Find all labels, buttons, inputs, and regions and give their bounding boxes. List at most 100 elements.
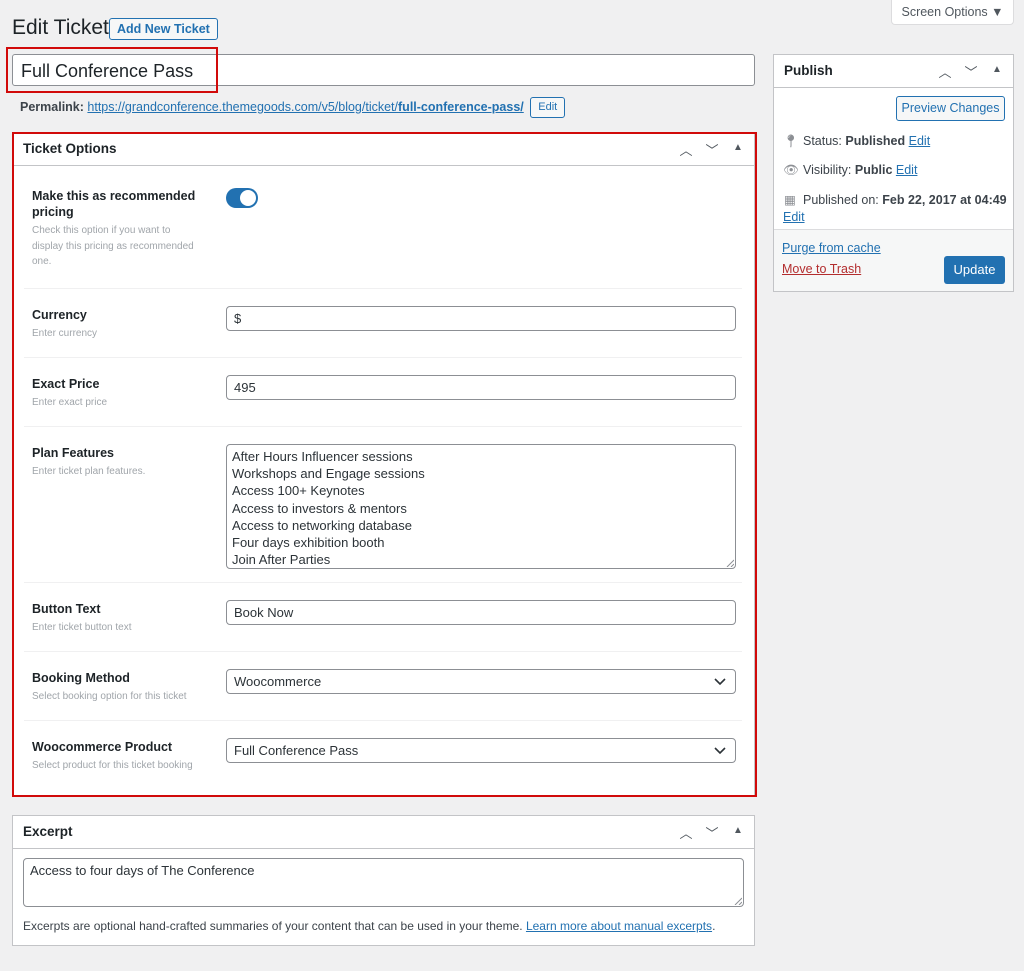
published-value: Feb 22, 2017 at 04:49 [882,193,1007,207]
move-down-icon[interactable]: ﹀ [963,62,979,81]
currency-value: $ [234,311,242,326]
permalink: Permalink: https://grandconference.theme… [20,97,566,118]
exact-price-value: 495 [234,380,256,395]
plan-feature-line: Four days exhibition booth [232,535,385,551]
exact-price-input[interactable]: 495 [226,375,736,400]
plan-feature-line: Access to investors & mentors [232,500,407,516]
exact-price-label: Exact Price [32,377,100,391]
move-down-icon[interactable]: ﹀ [704,823,720,842]
publish-actions: Purge from cache Move to Trash Update [774,229,1013,291]
preview-changes-button[interactable]: Preview Changes [896,96,1005,121]
woo-product-label: Woocommerce Product [32,740,173,754]
pin-icon: 📍︎ [783,134,799,148]
plan-feature-line: Workshops and Engage sessions [232,466,425,482]
booking-method-select[interactable]: Woocommerce [226,669,736,694]
booking-method-label: Booking Method [32,671,130,685]
ticket-options-box: Ticket Options ︿ ﹀ ▲ Make this as recomm… [12,132,755,796]
collapse-toggle-icon[interactable]: ▲ [730,823,746,842]
excerpt-box: Excerpt ︿ ﹀ ▲ Access to four days of The… [12,815,755,946]
button-text-row: Button Text Enter ticket button text Boo… [24,583,742,652]
plan-feature-line: Join After Parties [232,552,331,568]
resize-handle-icon[interactable] [726,559,734,567]
calendar-icon: ▦ [784,193,796,207]
collapse-toggle-icon[interactable]: ▲ [989,62,1005,81]
publish-header: Publish ︿ ﹀ ▲ [774,55,1013,88]
currency-input[interactable]: $ [226,306,736,331]
plan-feature-line: Access to networking database [232,517,412,533]
recommended-pricing-row: Make this as recommended pricing Check t… [24,166,742,289]
permalink-link[interactable]: https://grandconference.themegoods.com/v… [87,100,523,114]
visibility-line: 👁︎ Visibility: Public Edit [783,163,917,178]
recommended-toggle[interactable] [226,188,258,208]
recommended-label: Make this as recommended pricing [32,189,196,219]
box-handle-actions: ︿ ﹀ ▲ [678,140,746,159]
move-up-icon[interactable]: ︿ [678,823,694,842]
permalink-slug: full-conference-pass/ [398,99,524,114]
woo-product-select[interactable]: Full Conference Pass [226,738,736,763]
collapse-toggle-icon[interactable]: ▲ [730,140,746,159]
permalink-edit-button[interactable]: Edit [530,97,566,118]
excerpt-help: Excerpts are optional hand-crafted summa… [23,919,715,933]
plan-features-textarea[interactable]: After Hours Influencer sessions Workshop… [226,444,736,569]
excerpt-help-text: Excerpts are optional hand-crafted summa… [23,919,523,933]
status-edit-link[interactable]: Edit [909,134,931,148]
excerpt-title: Excerpt [23,824,73,839]
currency-description: Enter currency [32,328,98,339]
excerpt-help-suffix: . [712,919,716,933]
woo-product-row: Woocommerce Product Select product for t… [24,721,742,789]
resize-handle-icon[interactable] [734,897,742,905]
move-down-icon[interactable]: ﹀ [704,140,720,159]
visibility-edit-link[interactable]: Edit [896,163,918,177]
update-button[interactable]: Update [944,256,1005,284]
publish-title: Publish [784,63,833,78]
ticket-options-header: Ticket Options ︿ ﹀ ▲ [13,133,754,166]
page-title: Edit Ticket [12,16,109,39]
booking-method-row: Booking Method Select booking option for… [24,652,742,721]
add-new-ticket-button[interactable]: Add New Ticket [109,18,218,40]
recommended-description: Check this option if you want to display… [32,225,194,267]
title-input-field[interactable]: Full Conference Pass [12,54,755,86]
plan-features-label: Plan Features [32,446,114,460]
move-up-icon[interactable]: ︿ [678,140,694,159]
purge-cache-link[interactable]: Purge from cache [782,241,881,255]
plan-features-description: Enter ticket plan features. [32,466,146,477]
move-to-trash-link[interactable]: Move to Trash [782,262,861,276]
publish-box: Publish ︿ ﹀ ▲ Preview Changes 📍︎ Status: … [773,54,1014,292]
exact-price-description: Enter exact price [32,397,108,408]
status-label: Status: [803,134,842,148]
box-handle-actions: ︿ ﹀ ▲ [678,823,746,842]
box-handle-actions: ︿ ﹀ ▲ [937,62,1005,81]
exact-price-row: Exact Price Enter exact price 495 [24,358,742,427]
currency-row: Currency Enter currency $ [24,289,742,358]
excerpt-value: Access to four days of The Conference [30,863,255,878]
published-edit-link[interactable]: Edit [783,210,805,224]
plan-feature-line: After Hours Influencer sessions [232,449,413,464]
published-label: Published on: [803,193,879,207]
plan-feature-line: Access 100+ Keynotes [232,483,365,499]
plan-features-row: Plan Features Enter ticket plan features… [24,427,742,583]
published-on-line: ▦ Published on: Feb 22, 2017 at 04:49 Edi… [783,192,1008,226]
excerpt-textarea[interactable]: Access to four days of The Conference [23,858,744,907]
permalink-label: Permalink: [20,99,84,114]
status-line: 📍︎ Status: Published Edit [783,134,930,149]
toggle-knob [240,190,256,206]
screen-options-button[interactable]: Screen Options ▼ [891,0,1014,25]
button-text-description: Enter ticket button text [32,622,132,633]
booking-method-description: Select booking option for this ticket [32,691,187,702]
eye-icon: 👁︎ [783,163,799,177]
woo-product-value: Full Conference Pass [234,743,359,758]
title-input-value: Full Conference Pass [21,61,194,81]
status-value: Published [845,134,906,148]
woo-product-description: Select product for this ticket booking [32,760,193,771]
button-text-input[interactable]: Book Now [226,600,736,625]
permalink-base: https://grandconference.themegoods.com/v… [87,99,399,114]
move-up-icon[interactable]: ︿ [937,62,953,81]
chevron-down-icon [714,747,726,755]
booking-method-value: Woocommerce [234,674,322,689]
excerpt-help-link[interactable]: Learn more about manual excerpts [526,919,712,933]
currency-label: Currency [32,308,87,322]
visibility-label: Visibility: [803,163,852,177]
button-text-value: Book Now [234,605,294,620]
ticket-options-title: Ticket Options [23,141,117,156]
button-text-label: Button Text [32,602,101,616]
